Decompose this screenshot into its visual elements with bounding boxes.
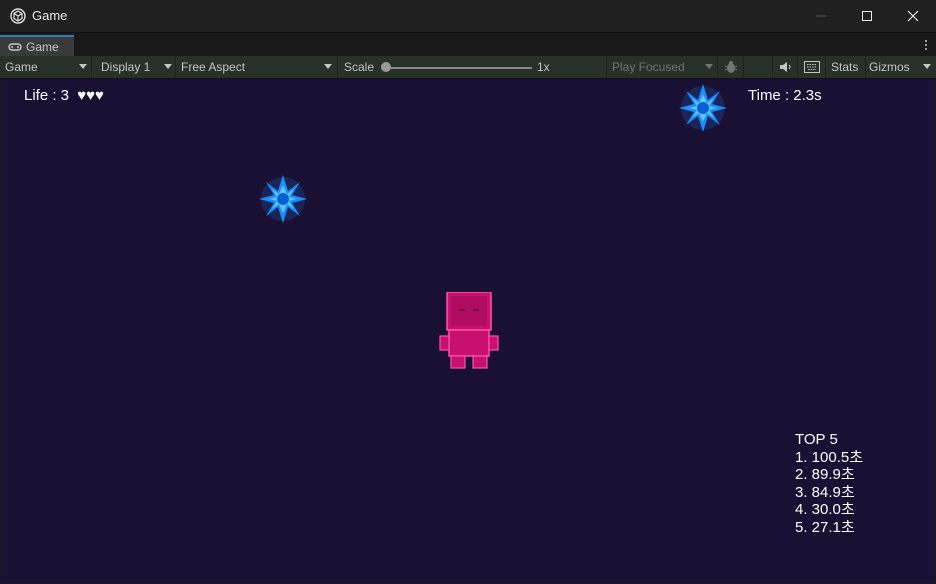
gizmos-dropdown[interactable]: Gizmos [866,56,936,78]
close-button[interactable] [890,0,936,32]
life-hud: Life : 3 ♥♥♥ [24,87,104,104]
energy-orb-projectile [259,175,307,223]
window-title-bar: Game [0,0,936,32]
scale-slider-handle[interactable] [381,62,391,72]
scale-value: 1x [537,60,550,74]
keyboard-icon [804,61,820,73]
chevron-down-icon [324,64,332,69]
unity-logo-icon [10,8,26,24]
bug-icon [724,61,738,73]
maximize-icon [862,11,872,21]
stats-button[interactable]: Stats [826,56,866,78]
mute-audio-button[interactable] [772,56,798,78]
player-robot-character [439,292,499,369]
tab-bar: Game [0,32,936,57]
maximize-button[interactable] [844,0,890,32]
leaderboard-entry: 1. 100.5초 [795,448,864,466]
time-label: Time : 2.3s [748,87,822,104]
play-mode-dropdown[interactable]: Play Focused [606,56,718,78]
chevron-down-icon [164,64,172,69]
view-mode-dropdown[interactable]: Game [0,56,92,78]
chevron-down-icon [79,64,87,69]
display-dropdown[interactable]: Display 1 [92,56,176,78]
speaker-icon [780,62,791,72]
view-mode-label: Game [5,60,38,74]
play-mode-label: Play Focused [612,60,685,74]
frame-debugger-button[interactable] [718,56,744,78]
life-hearts: ♥♥♥ [77,87,104,104]
chevron-down-icon [705,64,713,69]
minimize-icon [816,15,826,17]
window-title: Game [32,8,68,23]
tab-game[interactable]: Game [0,35,74,57]
kebab-menu-icon[interactable] [924,38,928,52]
energy-orb-projectile [679,84,727,132]
leaderboard: TOP 5 1. 100.5초 2. 89.9초 3. 84.9초 4. 30.… [795,431,863,537]
game-view-toolbar: Game Display 1 Free Aspect Scale 1x Play… [0,56,936,79]
life-label: Life : 3 [24,87,70,104]
leaderboard-entry: 2. 89.9초 [795,466,855,484]
scale-label: Scale [344,60,375,74]
gizmos-label: Gizmos [869,60,910,74]
aspect-dropdown[interactable]: Free Aspect [176,56,338,78]
minimize-button[interactable] [798,0,844,32]
leaderboard-title: TOP 5 [795,431,838,448]
scale-slider-track[interactable] [384,67,532,69]
leaderboard-entry: 4. 30.0초 [795,501,855,519]
aspect-label: Free Aspect [181,60,246,74]
display-label: Display 1 [101,60,151,74]
game-viewport[interactable]: Life : 3 ♥♥♥ Time : 2.3s TOP 5 1. 100.5초… [1,79,935,583]
leaderboard-entry: 5. 27.1초 [795,518,855,536]
chevron-down-icon [923,64,931,69]
shortcuts-button[interactable] [798,56,826,78]
gamepad-icon [8,43,22,51]
close-icon [907,10,919,22]
tab-game-label: Game [26,40,59,54]
stats-label: Stats [831,60,859,74]
leaderboard-entry: 3. 84.9초 [795,483,855,501]
